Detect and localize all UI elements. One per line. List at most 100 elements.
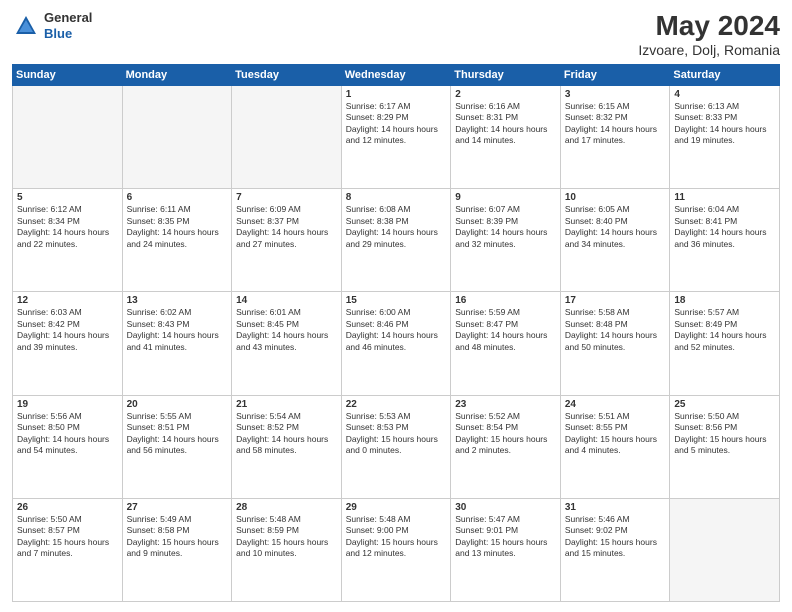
day-number: 27 [127,502,228,513]
table-row: 14Sunrise: 6:01 AMSunset: 8:45 PMDayligh… [232,292,342,395]
col-friday: Friday [560,65,670,86]
table-row: 18Sunrise: 5:57 AMSunset: 8:49 PMDayligh… [670,292,780,395]
day-number: 21 [236,399,337,410]
table-row: 22Sunrise: 5:53 AMSunset: 8:53 PMDayligh… [341,395,451,498]
cell-details: Sunrise: 6:13 AMSunset: 8:33 PMDaylight:… [674,101,775,147]
table-row: 21Sunrise: 5:54 AMSunset: 8:52 PMDayligh… [232,395,342,498]
col-monday: Monday [122,65,232,86]
cell-details: Sunrise: 6:02 AMSunset: 8:43 PMDaylight:… [127,307,228,353]
cell-details: Sunrise: 6:16 AMSunset: 8:31 PMDaylight:… [455,101,556,147]
cell-details: Sunrise: 5:59 AMSunset: 8:47 PMDaylight:… [455,307,556,353]
day-number: 6 [127,192,228,203]
cell-details: Sunrise: 6:11 AMSunset: 8:35 PMDaylight:… [127,204,228,250]
table-row: 5Sunrise: 6:12 AMSunset: 8:34 PMDaylight… [13,189,123,292]
calendar: Sunday Monday Tuesday Wednesday Thursday… [12,64,780,602]
table-row: 23Sunrise: 5:52 AMSunset: 8:54 PMDayligh… [451,395,561,498]
table-row: 6Sunrise: 6:11 AMSunset: 8:35 PMDaylight… [122,189,232,292]
day-number: 8 [346,192,447,203]
calendar-week-row: 5Sunrise: 6:12 AMSunset: 8:34 PMDaylight… [13,189,780,292]
day-number: 30 [455,502,556,513]
day-number: 26 [17,502,118,513]
day-number: 9 [455,192,556,203]
page-subtitle: Izvoare, Dolj, Romania [638,42,780,58]
day-number: 11 [674,192,775,203]
cell-details: Sunrise: 5:49 AMSunset: 8:58 PMDaylight:… [127,514,228,560]
cell-details: Sunrise: 6:03 AMSunset: 8:42 PMDaylight:… [17,307,118,353]
table-row: 29Sunrise: 5:48 AMSunset: 9:00 PMDayligh… [341,498,451,601]
day-number: 20 [127,399,228,410]
cell-details: Sunrise: 6:07 AMSunset: 8:39 PMDaylight:… [455,204,556,250]
cell-details: Sunrise: 5:48 AMSunset: 9:00 PMDaylight:… [346,514,447,560]
cell-details: Sunrise: 6:05 AMSunset: 8:40 PMDaylight:… [565,204,666,250]
table-row: 25Sunrise: 5:50 AMSunset: 8:56 PMDayligh… [670,395,780,498]
day-number: 12 [17,295,118,306]
table-row: 31Sunrise: 5:46 AMSunset: 9:02 PMDayligh… [560,498,670,601]
cell-details: Sunrise: 5:47 AMSunset: 9:01 PMDaylight:… [455,514,556,560]
table-row: 1Sunrise: 6:17 AMSunset: 8:29 PMDaylight… [341,86,451,189]
cell-details: Sunrise: 5:55 AMSunset: 8:51 PMDaylight:… [127,411,228,457]
cell-details: Sunrise: 5:58 AMSunset: 8:48 PMDaylight:… [565,307,666,353]
day-number: 2 [455,89,556,100]
cell-details: Sunrise: 5:54 AMSunset: 8:52 PMDaylight:… [236,411,337,457]
col-thursday: Thursday [451,65,561,86]
table-row: 28Sunrise: 5:48 AMSunset: 8:59 PMDayligh… [232,498,342,601]
day-number: 18 [674,295,775,306]
table-row: 20Sunrise: 5:55 AMSunset: 8:51 PMDayligh… [122,395,232,498]
day-number: 29 [346,502,447,513]
cell-details: Sunrise: 5:48 AMSunset: 8:59 PMDaylight:… [236,514,337,560]
day-number: 19 [17,399,118,410]
cell-details: Sunrise: 6:04 AMSunset: 8:41 PMDaylight:… [674,204,775,250]
cell-details: Sunrise: 6:01 AMSunset: 8:45 PMDaylight:… [236,307,337,353]
table-row: 7Sunrise: 6:09 AMSunset: 8:37 PMDaylight… [232,189,342,292]
table-row: 27Sunrise: 5:49 AMSunset: 8:58 PMDayligh… [122,498,232,601]
table-row: 2Sunrise: 6:16 AMSunset: 8:31 PMDaylight… [451,86,561,189]
day-number: 28 [236,502,337,513]
logo-text: General Blue [44,10,92,41]
cell-details: Sunrise: 6:00 AMSunset: 8:46 PMDaylight:… [346,307,447,353]
cell-details: Sunrise: 6:15 AMSunset: 8:32 PMDaylight:… [565,101,666,147]
table-row: 11Sunrise: 6:04 AMSunset: 8:41 PMDayligh… [670,189,780,292]
day-number: 31 [565,502,666,513]
table-row: 12Sunrise: 6:03 AMSunset: 8:42 PMDayligh… [13,292,123,395]
col-saturday: Saturday [670,65,780,86]
cell-details: Sunrise: 5:50 AMSunset: 8:56 PMDaylight:… [674,411,775,457]
table-row: 9Sunrise: 6:07 AMSunset: 8:39 PMDaylight… [451,189,561,292]
cell-details: Sunrise: 6:12 AMSunset: 8:34 PMDaylight:… [17,204,118,250]
table-row: 10Sunrise: 6:05 AMSunset: 8:40 PMDayligh… [560,189,670,292]
day-number: 23 [455,399,556,410]
day-number: 22 [346,399,447,410]
col-sunday: Sunday [13,65,123,86]
table-row [122,86,232,189]
page-title: May 2024 [638,10,780,42]
table-row: 13Sunrise: 6:02 AMSunset: 8:43 PMDayligh… [122,292,232,395]
day-number: 15 [346,295,447,306]
day-number: 24 [565,399,666,410]
title-block: May 2024 Izvoare, Dolj, Romania [638,10,780,58]
table-row: 17Sunrise: 5:58 AMSunset: 8:48 PMDayligh… [560,292,670,395]
logo-general: General [44,10,92,26]
logo: General Blue [12,10,92,41]
cell-details: Sunrise: 5:50 AMSunset: 8:57 PMDaylight:… [17,514,118,560]
cell-details: Sunrise: 5:46 AMSunset: 9:02 PMDaylight:… [565,514,666,560]
cell-details: Sunrise: 6:09 AMSunset: 8:37 PMDaylight:… [236,204,337,250]
table-row: 19Sunrise: 5:56 AMSunset: 8:50 PMDayligh… [13,395,123,498]
col-tuesday: Tuesday [232,65,342,86]
calendar-week-row: 19Sunrise: 5:56 AMSunset: 8:50 PMDayligh… [13,395,780,498]
calendar-week-row: 26Sunrise: 5:50 AMSunset: 8:57 PMDayligh… [13,498,780,601]
table-row: 16Sunrise: 5:59 AMSunset: 8:47 PMDayligh… [451,292,561,395]
calendar-week-row: 1Sunrise: 6:17 AMSunset: 8:29 PMDaylight… [13,86,780,189]
table-row: 8Sunrise: 6:08 AMSunset: 8:38 PMDaylight… [341,189,451,292]
table-row: 3Sunrise: 6:15 AMSunset: 8:32 PMDaylight… [560,86,670,189]
day-number: 16 [455,295,556,306]
day-number: 25 [674,399,775,410]
logo-icon [12,12,40,40]
day-number: 5 [17,192,118,203]
col-wednesday: Wednesday [341,65,451,86]
day-number: 1 [346,89,447,100]
calendar-header-row: Sunday Monday Tuesday Wednesday Thursday… [13,65,780,86]
table-row: 30Sunrise: 5:47 AMSunset: 9:01 PMDayligh… [451,498,561,601]
day-number: 17 [565,295,666,306]
day-number: 7 [236,192,337,203]
cell-details: Sunrise: 5:56 AMSunset: 8:50 PMDaylight:… [17,411,118,457]
table-row: 15Sunrise: 6:00 AMSunset: 8:46 PMDayligh… [341,292,451,395]
